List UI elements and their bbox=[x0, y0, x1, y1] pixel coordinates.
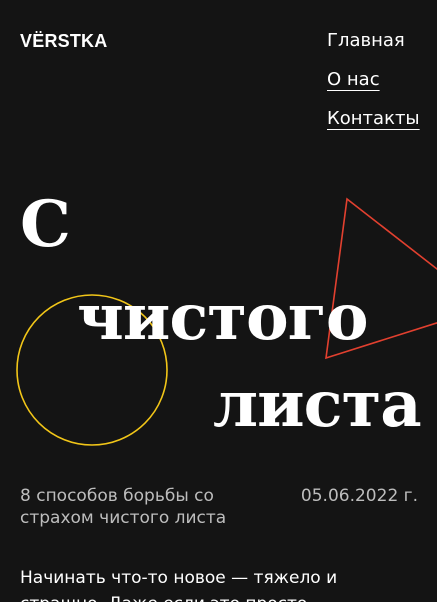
article-date: 05.06.2022 г. bbox=[300, 486, 418, 506]
nav-link-home[interactable]: Главная bbox=[327, 30, 405, 52]
hero-title-line-1: С bbox=[20, 187, 71, 262]
nav-link-about[interactable]: О нас bbox=[327, 69, 380, 91]
site-logo[interactable]: VЁRSTKA bbox=[20, 30, 107, 52]
hero-title-line-3: листа bbox=[213, 367, 422, 442]
article-intro: Начинать что-то новое — тяжело и страшно… bbox=[20, 568, 338, 602]
hero-title-line-2: чистого bbox=[77, 280, 369, 355]
nav-link-contacts[interactable]: Контакты bbox=[327, 108, 420, 130]
article-description: 8 способов борьбы со страхом чистого лис… bbox=[20, 486, 227, 528]
